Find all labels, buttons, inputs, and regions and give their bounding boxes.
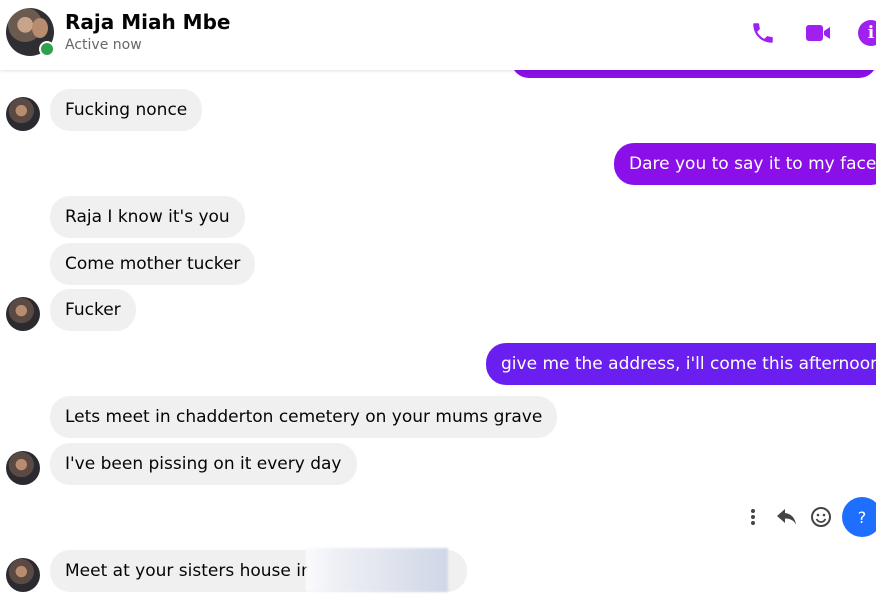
phone-icon[interactable] xyxy=(748,18,778,48)
contact-avatar-small[interactable] xyxy=(6,558,40,592)
online-status-dot xyxy=(39,41,55,57)
chat-header: Raja Miah Mbe Active now i xyxy=(0,0,876,70)
info-glyph: i xyxy=(858,20,876,46)
redacted-text xyxy=(306,548,448,592)
contact-avatar-small[interactable] xyxy=(6,297,40,331)
message-actions xyxy=(736,500,838,534)
message-bubble-outgoing[interactable]: give me the address, i'll come this afte… xyxy=(486,343,876,385)
message-bubble-outgoing[interactable]: Dare you to say it to my face xyxy=(614,143,876,185)
message-bubble-incoming[interactable]: Fucker xyxy=(50,289,136,331)
more-vertical-icon[interactable] xyxy=(736,500,770,534)
message-bubble-incoming[interactable]: Lets meet in chadderton cemetery on your… xyxy=(50,396,558,438)
smiley-icon[interactable] xyxy=(804,500,838,534)
message-bubble-incoming[interactable]: Raja I know it's you xyxy=(50,196,245,238)
reply-icon[interactable] xyxy=(770,500,804,534)
help-button[interactable]: ? xyxy=(842,497,876,537)
contact-avatar-small[interactable] xyxy=(6,97,40,131)
message-bubble-incoming[interactable]: I've been pissing on it every day xyxy=(50,443,357,485)
contact-avatar-small[interactable] xyxy=(6,451,40,485)
video-camera-icon[interactable] xyxy=(803,18,833,48)
active-status: Active now xyxy=(65,37,142,53)
message-bubble-incoming[interactable]: Come mother tucker xyxy=(50,243,256,285)
contact-name[interactable]: Raja Miah Mbe xyxy=(65,10,230,34)
message-bubble-incoming[interactable]: Fucking nonce xyxy=(50,89,203,131)
info-icon[interactable]: i xyxy=(856,18,876,48)
